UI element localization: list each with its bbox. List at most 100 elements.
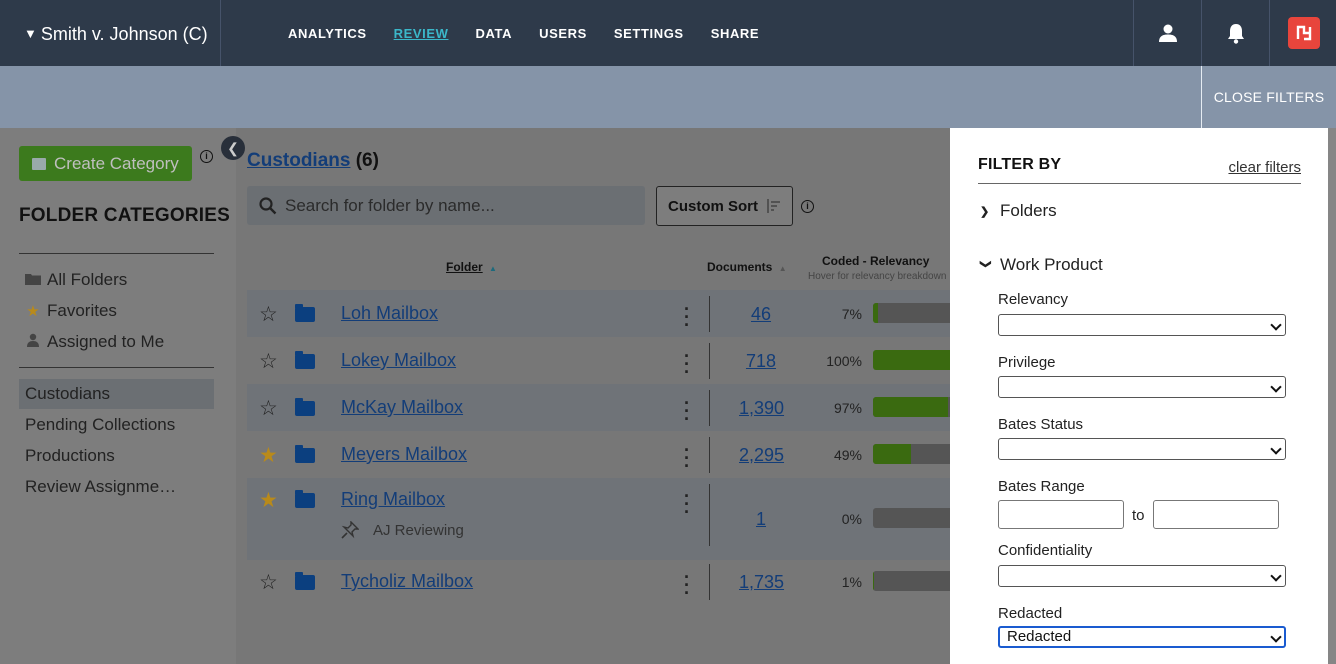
work-product-section-toggle[interactable]: ❯ Work Product: [980, 255, 1103, 275]
nav-review[interactable]: REVIEW: [394, 26, 449, 41]
quick-all-folders[interactable]: All Folders: [25, 270, 127, 290]
chevron-right-icon: ❯: [980, 205, 990, 218]
coded-percent: 97%: [833, 400, 862, 416]
redacted-label: Redacted: [998, 605, 1063, 622]
bates-range-to-input[interactable]: [1153, 500, 1279, 529]
folder-name-link[interactable]: Meyers Mailbox: [341, 444, 467, 465]
document-count-link[interactable]: 46: [739, 304, 783, 325]
document-count-link[interactable]: 1,390: [739, 398, 784, 419]
relevancy-select[interactable]: [998, 314, 1286, 336]
filter-panel: FILTER BY clear filters ❯ Folders ❯ Work P…: [950, 128, 1328, 664]
nav-settings[interactable]: SETTINGS: [614, 26, 684, 41]
folder-name-link[interactable]: Lokey Mailbox: [341, 350, 456, 371]
column-header-coded[interactable]: Coded - Relevancy: [822, 254, 929, 268]
category-review-assignments[interactable]: Review Assignme…: [25, 477, 176, 497]
more-options-icon[interactable]: · · ·: [684, 300, 690, 334]
nav-share[interactable]: SHARE: [711, 26, 760, 41]
folder-name-link[interactable]: Tycholiz Mailbox: [341, 571, 473, 592]
folder-name-link[interactable]: Ring Mailbox: [341, 489, 445, 510]
quick-assigned-to-me[interactable]: Assigned to Me: [25, 332, 164, 352]
folder-name-link[interactable]: McKay Mailbox: [341, 397, 463, 418]
caret-down-icon: ▼: [24, 26, 37, 41]
column-header-folder[interactable]: Folder ▲: [446, 260, 497, 274]
quick-label: Favorites: [47, 301, 117, 320]
archive-icon: [32, 157, 46, 170]
close-filters-button[interactable]: CLOSE FILTERS: [1201, 66, 1336, 128]
star-filled-icon[interactable]: ★: [259, 443, 278, 468]
folder-name-link[interactable]: Loh Mailbox: [341, 303, 438, 324]
clear-filters-link[interactable]: clear filters: [1228, 159, 1301, 176]
confidentiality-label: Confidentiality: [998, 542, 1093, 559]
breadcrumb-link[interactable]: Custodians: [247, 150, 350, 171]
column-header-documents[interactable]: Documents ▲: [707, 260, 787, 274]
progress-bar: [873, 571, 950, 591]
table-row[interactable]: ☆ Tycholiz Mailbox · · · 1,735 1%: [247, 560, 950, 607]
more-options-icon[interactable]: · · ·: [684, 441, 690, 475]
table-row[interactable]: ☆ Loh Mailbox · · · 46 7%: [247, 290, 950, 337]
sort-icon: ▲: [778, 264, 787, 273]
more-options-icon[interactable]: · · ·: [684, 394, 690, 428]
coded-percent: 1%: [841, 574, 862, 590]
star-icon[interactable]: ☆: [259, 349, 278, 374]
table-row[interactable]: ☆ McKay Mailbox · · · 1,390 97%: [247, 384, 950, 431]
document-count-link[interactable]: 718: [739, 351, 783, 372]
progress-fill: [873, 350, 950, 370]
divider: [709, 390, 710, 426]
privilege-select[interactable]: [998, 376, 1286, 398]
folders-section-toggle[interactable]: ❯ Folders: [980, 201, 1057, 221]
column-documents-label: Documents: [707, 260, 773, 274]
top-nav-bar: ▼ Smith v. Johnson (C) ANALYTICS REVIEW D…: [0, 0, 1336, 66]
progress-bar: [873, 303, 950, 323]
filter-toolbar: CLOSE FILTERS: [0, 66, 1336, 128]
custom-sort-button[interactable]: Custom Sort: [656, 186, 793, 226]
coded-percent: 7%: [841, 306, 862, 322]
folder-icon: [295, 490, 315, 508]
document-count-link[interactable]: 1: [739, 509, 783, 530]
notifications-button[interactable]: [1201, 0, 1269, 66]
confidentiality-select[interactable]: [998, 565, 1286, 587]
progress-bar: [873, 508, 950, 528]
divider: [709, 437, 710, 473]
document-count-link[interactable]: 1,735: [739, 572, 784, 593]
more-options-icon[interactable]: · · ·: [684, 487, 690, 521]
work-product-section-label: Work Product: [1000, 255, 1103, 274]
quick-favorites[interactable]: ★ Favorites: [25, 301, 117, 321]
coded-percent: 100%: [826, 353, 862, 369]
star-filled-icon[interactable]: ★: [259, 488, 278, 513]
bates-status-select[interactable]: [998, 438, 1286, 460]
nav-analytics[interactable]: ANALYTICS: [288, 26, 367, 41]
category-pending-collections[interactable]: Pending Collections: [25, 415, 175, 435]
assignment-note-text: AJ Reviewing: [373, 521, 464, 539]
more-options-icon[interactable]: · · ·: [684, 568, 690, 602]
divider: [709, 343, 710, 379]
info-icon[interactable]: i: [200, 150, 213, 163]
category-custodians[interactable]: Custodians: [25, 384, 110, 404]
table-row[interactable]: ☆ Lokey Mailbox · · · 718 100%: [247, 337, 950, 384]
sort-asc-icon: ▲: [489, 264, 497, 273]
folder-categories-title: FOLDER CATEGORIES: [19, 205, 230, 226]
collapse-panel-button[interactable]: ❮: [221, 136, 245, 160]
bates-range-from-input[interactable]: [998, 500, 1124, 529]
category-productions[interactable]: Productions: [25, 446, 115, 466]
brand-menu[interactable]: [1269, 0, 1336, 66]
star-icon[interactable]: ☆: [259, 396, 278, 421]
nav-data[interactable]: DATA: [476, 26, 513, 41]
user-button[interactable]: [1133, 0, 1201, 66]
star-icon[interactable]: ☆: [259, 570, 278, 595]
chevron-left-icon: ❮: [227, 139, 239, 156]
progress-bar: [873, 444, 950, 464]
more-options-icon[interactable]: · · ·: [684, 347, 690, 381]
info-icon[interactable]: i: [801, 200, 814, 213]
redacted-select[interactable]: Redacted: [998, 626, 1286, 648]
bates-range-to-label: to: [1132, 507, 1145, 524]
star-icon[interactable]: ☆: [259, 302, 278, 327]
search-input[interactable]: [285, 195, 625, 216]
table-row[interactable]: ★ Ring Mailbox AJ Reviewing · · · 1 0%: [247, 478, 950, 560]
nav-users[interactable]: USERS: [539, 26, 587, 41]
document-count-link[interactable]: 2,295: [739, 445, 784, 466]
table-row[interactable]: ★ Meyers Mailbox · · · 2,295 49%: [247, 431, 950, 478]
case-selector[interactable]: ▼ Smith v. Johnson (C): [0, 0, 221, 66]
folder-search: [247, 186, 645, 225]
folder-count: (6): [355, 150, 379, 171]
create-category-button[interactable]: Create Category: [19, 146, 192, 181]
